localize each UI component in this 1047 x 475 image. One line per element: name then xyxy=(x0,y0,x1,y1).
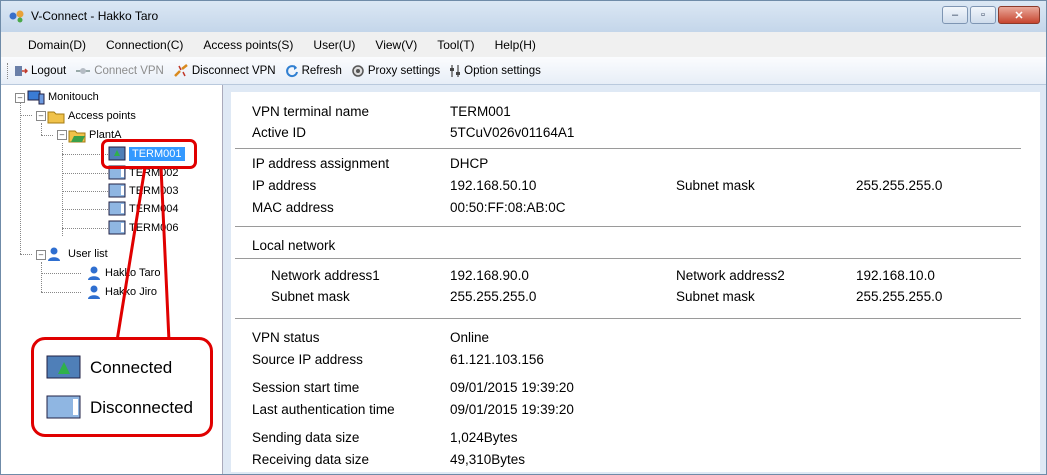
legend-callout: Connected Disconnected xyxy=(31,337,213,437)
option-settings-icon xyxy=(450,64,461,77)
divider xyxy=(235,148,1021,149)
source-ip-label: Source IP address xyxy=(252,352,363,367)
network-address1-value: 192.168.90.0 xyxy=(450,268,529,283)
menu-connection[interactable]: Connection(C) xyxy=(96,38,193,52)
network-address1-label: Network address1 xyxy=(271,268,380,283)
divider xyxy=(235,258,1021,259)
connect-icon xyxy=(76,67,91,74)
minimize-button[interactable]: – xyxy=(942,6,968,24)
menu-access-points[interactable]: Access points(S) xyxy=(193,38,303,52)
proxy-settings-button[interactable]: Proxy settings xyxy=(351,64,440,78)
ip-address-value: 192.168.50.10 xyxy=(450,178,537,193)
subnet-mask2-label: Subnet mask xyxy=(676,289,755,304)
menu-tool[interactable]: Tool(T) xyxy=(427,38,484,52)
subnet-mask-value: 255.255.255.0 xyxy=(856,178,943,193)
legend-connected: Connected xyxy=(46,354,172,382)
vpn-terminal-name-label: VPN terminal name xyxy=(252,104,370,119)
network-address2-value: 192.168.10.0 xyxy=(856,268,935,283)
tree-node-access-points[interactable]: Access points xyxy=(47,108,136,124)
session-start-value: 09/01/2015 19:39:20 xyxy=(450,380,574,395)
sending-size-label: Sending data size xyxy=(252,430,360,445)
ip-address-label: IP address xyxy=(252,178,317,193)
logout-icon xyxy=(15,65,28,76)
user-icon xyxy=(88,285,100,299)
tree-access-points-label: Access points xyxy=(68,110,136,122)
terminal-disconnected-icon xyxy=(46,395,81,419)
session-start-label: Session start time xyxy=(252,380,360,395)
menu-bar: Domain(D) Connection(C) Access points(S)… xyxy=(1,32,1046,57)
connect-vpn-label: Connect VPN xyxy=(94,64,164,77)
expand-toggle-access-points[interactable]: – xyxy=(36,111,46,121)
refresh-icon xyxy=(285,64,298,77)
source-ip-value: 61.121.103.156 xyxy=(450,352,544,367)
connect-vpn-button[interactable]: Connect VPN xyxy=(75,65,164,77)
divider xyxy=(235,226,1021,227)
disconnect-icon xyxy=(173,63,188,77)
active-id-label: Active ID xyxy=(252,125,307,140)
menu-help[interactable]: Help(H) xyxy=(485,38,546,52)
tree-node-user-list[interactable]: User list xyxy=(47,246,108,262)
app-icon xyxy=(9,10,24,23)
app-window: V-Connect - Hakko Taro – ▫ ✕ Domain(D) C… xyxy=(0,0,1047,475)
subnet-mask1-value: 255.255.255.0 xyxy=(450,289,537,304)
refresh-button[interactable]: Refresh xyxy=(285,64,342,78)
legend-disconnected: Disconnected xyxy=(46,394,193,422)
user-icon xyxy=(88,266,100,280)
expand-toggle-user-list[interactable]: – xyxy=(36,250,46,260)
subnet-mask1-label: Subnet mask xyxy=(271,289,350,304)
network-address2-label: Network address2 xyxy=(676,268,785,283)
expand-toggle-root[interactable]: – xyxy=(15,93,25,103)
vpn-terminal-name-value: TERM001 xyxy=(450,104,511,119)
option-settings-button[interactable]: Option settings xyxy=(449,64,541,78)
expand-toggle-planta[interactable]: – xyxy=(57,130,67,140)
maximize-button[interactable]: ▫ xyxy=(970,6,996,24)
disconnect-vpn-button[interactable]: Disconnect VPN xyxy=(173,63,276,78)
legend-connected-label: Connected xyxy=(90,358,173,377)
proxy-settings-label: Proxy settings xyxy=(367,64,441,77)
legend-disconnected-label: Disconnected xyxy=(90,398,194,417)
subnet-mask-label: Subnet mask xyxy=(676,178,755,193)
terminal-connected-icon xyxy=(46,355,81,379)
tree-node-root[interactable]: Monitouch xyxy=(27,89,99,105)
callout-pointer xyxy=(115,166,171,342)
detail-panel: VPN terminal name TERM001 Active ID 5TCu… xyxy=(231,92,1040,472)
divider xyxy=(235,318,1021,319)
menu-domain[interactable]: Domain(D) xyxy=(1,38,96,52)
local-network-heading: Local network xyxy=(252,238,336,253)
toolbar-grip xyxy=(7,62,11,79)
disconnect-vpn-label: Disconnect VPN xyxy=(191,64,276,77)
folder-icon xyxy=(47,111,65,124)
close-button[interactable]: ✕ xyxy=(998,6,1040,24)
title-bar: V-Connect - Hakko Taro – ▫ ✕ xyxy=(1,1,1046,32)
logout-button[interactable]: Logout xyxy=(14,64,66,78)
folder-open-icon xyxy=(68,130,86,143)
vpn-status-label: VPN status xyxy=(252,330,320,345)
sending-size-value: 1,024Bytes xyxy=(450,430,518,445)
receiving-size-value: 49,310Bytes xyxy=(450,452,526,467)
window-title: V-Connect - Hakko Taro xyxy=(31,9,159,23)
active-id-value: 5TCuV026v01164A1 xyxy=(450,125,575,140)
ip-assignment-value: DHCP xyxy=(450,156,489,171)
last-auth-value: 09/01/2015 19:39:20 xyxy=(450,402,574,417)
menu-view[interactable]: View(V) xyxy=(365,38,427,52)
option-settings-label: Option settings xyxy=(464,64,541,77)
menu-user[interactable]: User(U) xyxy=(303,38,365,52)
proxy-icon xyxy=(352,64,364,77)
refresh-label: Refresh xyxy=(301,64,342,77)
receiving-size-label: Receiving data size xyxy=(252,452,370,467)
subnet-mask2-value: 255.255.255.0 xyxy=(856,289,943,304)
logout-label: Logout xyxy=(31,64,67,77)
tree-root-label: Monitouch xyxy=(48,91,99,103)
computer-icon xyxy=(27,90,45,105)
ip-assignment-label: IP address assignment xyxy=(252,156,390,171)
vpn-status-value: Online xyxy=(450,330,490,345)
users-icon xyxy=(48,247,60,261)
mac-address-label: MAC address xyxy=(252,200,334,215)
last-auth-label: Last authentication time xyxy=(252,402,395,417)
mac-address-value: 00:50:FF:08:AB:0C xyxy=(450,200,566,215)
toolbar: Logout Connect VPN Disconnect VPN Refres… xyxy=(1,57,1046,85)
